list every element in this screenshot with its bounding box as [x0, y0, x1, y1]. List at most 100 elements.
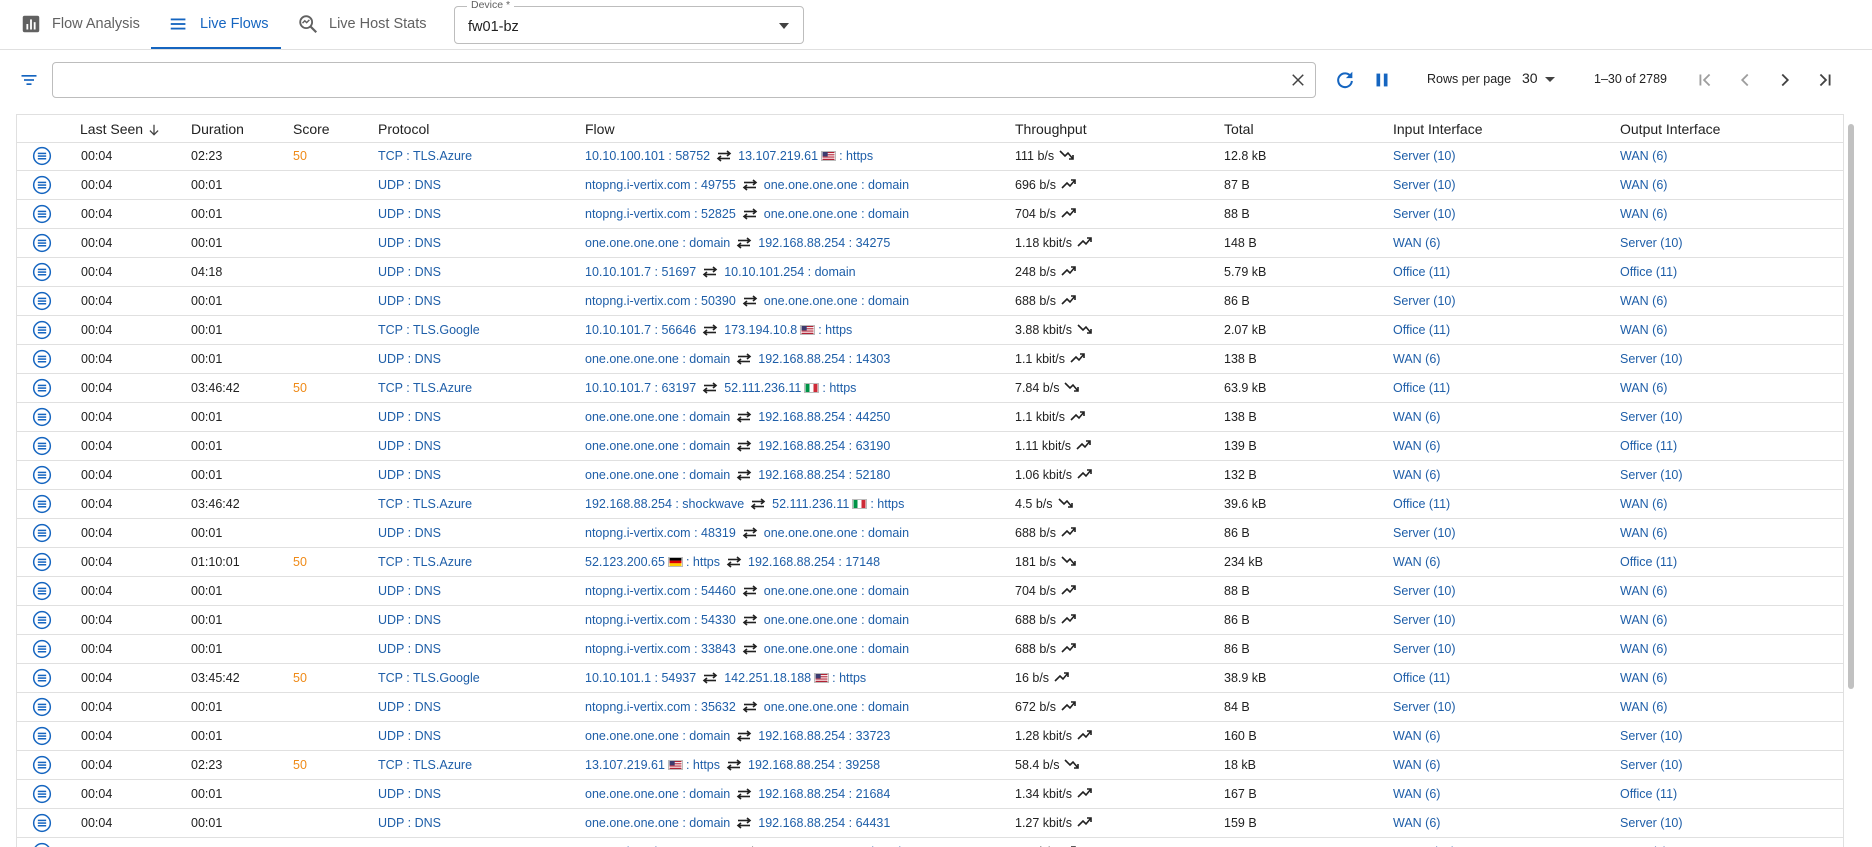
cell-input-interface[interactable]: WAN (6) [1393, 787, 1440, 801]
cell-protocol[interactable]: UDP : DNS [378, 207, 441, 221]
cell-protocol[interactable]: UDP : DNS [378, 787, 441, 801]
cell-protocol[interactable]: UDP : DNS [378, 352, 441, 366]
cell-protocol[interactable]: UDP : DNS [378, 265, 441, 279]
flow-destination[interactable]: one.one.one.one : domain [764, 700, 909, 714]
cell-input-interface[interactable]: WAN (6) [1393, 468, 1440, 482]
flow-details-icon[interactable] [32, 146, 52, 166]
table-row[interactable]: 00:0400:01UDP : DNSntopng.i-vertix.com :… [17, 838, 1843, 847]
cell-output-interface[interactable]: WAN (6) [1620, 497, 1667, 511]
flow-source[interactable]: ntopng.i-vertix.com : 54460 [585, 584, 736, 598]
previous-page-icon[interactable] [1734, 69, 1756, 91]
cell-input-interface[interactable]: WAN (6) [1393, 352, 1440, 366]
chevron-down-icon[interactable] [1545, 77, 1555, 82]
flow-destination[interactable]: 192.168.88.254 : 34275 [758, 236, 890, 250]
cell-output-interface[interactable]: WAN (6) [1620, 584, 1667, 598]
flow-source[interactable]: ntopng.i-vertix.com : 48319 [585, 526, 736, 540]
table-row[interactable]: 00:04 00:01 TCP : TLS.Google 10.10.101.7 : … [17, 316, 1843, 345]
cell-input-interface[interactable]: Server (10) [1393, 526, 1456, 540]
cell-input-interface[interactable]: WAN (6) [1393, 555, 1440, 569]
column-header-input-interface[interactable]: Input Interface [1393, 121, 1483, 137]
table-row[interactable]: 00:04 03:45:42 50 TCP : TLS.Google 10.10.101… [17, 664, 1843, 693]
flow-destination[interactable]: 10.10.101.254 : domain [724, 265, 855, 279]
flow-details-icon[interactable] [32, 784, 52, 804]
tab-flow-analysis[interactable]: Flow Analysis [20, 0, 140, 48]
flow-destination-port[interactable]: : https [818, 323, 852, 337]
table-row[interactable]: 00:04 03:46:42 50 TCP : TLS.Azure 10.10.101.… [17, 374, 1843, 403]
cell-protocol[interactable]: UDP : DNS [378, 526, 441, 540]
cell-input-interface[interactable]: WAN (6) [1393, 758, 1440, 772]
cell-protocol[interactable]: UDP : DNS [378, 178, 441, 192]
cell-protocol[interactable]: UDP : DNS [378, 294, 441, 308]
cell-protocol[interactable]: UDP : DNS [378, 816, 441, 830]
column-header-flow[interactable]: Flow [585, 121, 615, 137]
cell-output-interface[interactable]: WAN (6) [1620, 671, 1667, 685]
tab-live-host-stats[interactable]: Live Host Stats [297, 0, 427, 48]
flow-source[interactable]: 10.10.101.7 : 56646 [585, 323, 696, 337]
table-row[interactable]: 00:04 00:01 UDP : DNS one.one.one.one : dom… [17, 809, 1843, 838]
cell-input-interface[interactable]: WAN (6) [1393, 816, 1440, 830]
flow-details-icon[interactable] [32, 378, 52, 398]
cell-protocol[interactable]: UDP : DNS [378, 700, 441, 714]
cell-output-interface[interactable]: WAN (6) [1620, 149, 1667, 163]
flow-details-icon[interactable] [32, 465, 52, 485]
flow-source[interactable]: one.one.one.one : domain [585, 236, 730, 250]
last-page-icon[interactable] [1814, 69, 1836, 91]
flow-destination[interactable]: 192.168.88.254 : 44250 [758, 410, 890, 424]
flow-destination-port[interactable]: : https [832, 671, 866, 685]
cell-output-interface[interactable]: WAN (6) [1620, 381, 1667, 395]
cell-output-interface[interactable]: Server (10) [1620, 816, 1683, 830]
cell-protocol[interactable]: TCP : TLS.Azure [378, 758, 472, 772]
cell-input-interface[interactable]: Office (11) [1393, 497, 1450, 511]
flow-source[interactable]: 13.107.219.61 [585, 758, 665, 772]
flow-destination[interactable]: 192.168.88.254 : 33723 [758, 729, 890, 743]
flow-source-port[interactable]: : https [686, 555, 720, 569]
table-row[interactable]: 00:04 02:23 50 TCP : TLS.Azure 13.107.219.61… [17, 751, 1843, 780]
pause-icon[interactable] [1371, 69, 1393, 91]
search-input[interactable] [61, 63, 1285, 97]
table-row[interactable]: 00:04 00:01 UDP : DNS one.one.one.one : dom… [17, 403, 1843, 432]
table-row[interactable]: 00:04 02:23 50 TCP : TLS.Azure 10.10.100.101… [17, 142, 1843, 171]
cell-output-interface[interactable]: WAN (6) [1620, 207, 1667, 221]
flow-details-icon[interactable] [32, 813, 52, 833]
table-row[interactable]: 00:0400:01UDP : DNSntopng.i-vertix.com :… [17, 693, 1843, 722]
table-row[interactable]: 00:0400:01UDP : DNSntopng.i-vertix.com :… [17, 200, 1843, 229]
table-row[interactable]: 00:0400:01UDP : DNSntopng.i-vertix.com :… [17, 577, 1843, 606]
flow-destination[interactable]: 173.194.10.8 [724, 323, 797, 337]
cell-output-interface[interactable]: Server (10) [1620, 352, 1683, 366]
flow-destination[interactable]: one.one.one.one : domain [764, 294, 909, 308]
table-row[interactable]: 00:04 03:46:42 TCP : TLS.Azure 192.168.88.2… [17, 490, 1843, 519]
cell-input-interface[interactable]: WAN (6) [1393, 439, 1440, 453]
table-row[interactable]: 00:04 00:01 UDP : DNS one.one.one.one : dom… [17, 345, 1843, 374]
flow-details-icon[interactable] [32, 407, 52, 427]
flow-destination[interactable]: one.one.one.one : domain [764, 613, 909, 627]
flow-source[interactable]: ntopng.i-vertix.com : 52825 [585, 207, 736, 221]
cell-input-interface[interactable]: Server (10) [1393, 149, 1456, 163]
cell-protocol[interactable]: TCP : TLS.Google [378, 323, 480, 337]
cell-protocol[interactable]: UDP : DNS [378, 439, 441, 453]
table-row[interactable]: 00:04 00:01 UDP : DNS one.one.one.one : dom… [17, 722, 1843, 751]
column-header-throughput[interactable]: Throughput [1015, 121, 1087, 137]
cell-input-interface[interactable]: Server (10) [1393, 642, 1456, 656]
flow-source[interactable]: ntopng.i-vertix.com : 54330 [585, 613, 736, 627]
cell-protocol[interactable]: TCP : TLS.Azure [378, 381, 472, 395]
tab-live-flows[interactable]: Live Flows [168, 0, 269, 48]
cell-protocol[interactable]: UDP : DNS [378, 613, 441, 627]
cell-protocol[interactable]: UDP : DNS [378, 410, 441, 424]
flow-destination[interactable]: 52.111.236.11 [724, 381, 801, 395]
cell-output-interface[interactable]: Office (11) [1620, 555, 1677, 569]
flow-details-icon[interactable] [32, 349, 52, 369]
table-row[interactable]: 00:0400:01UDP : DNSntopng.i-vertix.com :… [17, 606, 1843, 635]
flow-details-icon[interactable] [32, 697, 52, 717]
flow-details-icon[interactable] [32, 175, 52, 195]
flow-details-icon[interactable] [32, 204, 52, 224]
flow-source[interactable]: 10.10.100.101 : 58752 [585, 149, 710, 163]
flow-destination[interactable]: 192.168.88.254 : 63190 [758, 439, 890, 453]
cell-output-interface[interactable]: Server (10) [1620, 236, 1683, 250]
cell-output-interface[interactable]: WAN (6) [1620, 700, 1667, 714]
flow-destination[interactable]: 52.111.236.11 [772, 497, 849, 511]
flow-source[interactable]: ntopng.i-vertix.com : 33843 [585, 642, 736, 656]
cell-output-interface[interactable]: WAN (6) [1620, 323, 1667, 337]
table-row[interactable]: 00:04 00:01 UDP : DNS one.one.one.one : dom… [17, 229, 1843, 258]
flow-details-icon[interactable] [32, 523, 52, 543]
cell-protocol[interactable]: TCP : TLS.Google [378, 671, 480, 685]
